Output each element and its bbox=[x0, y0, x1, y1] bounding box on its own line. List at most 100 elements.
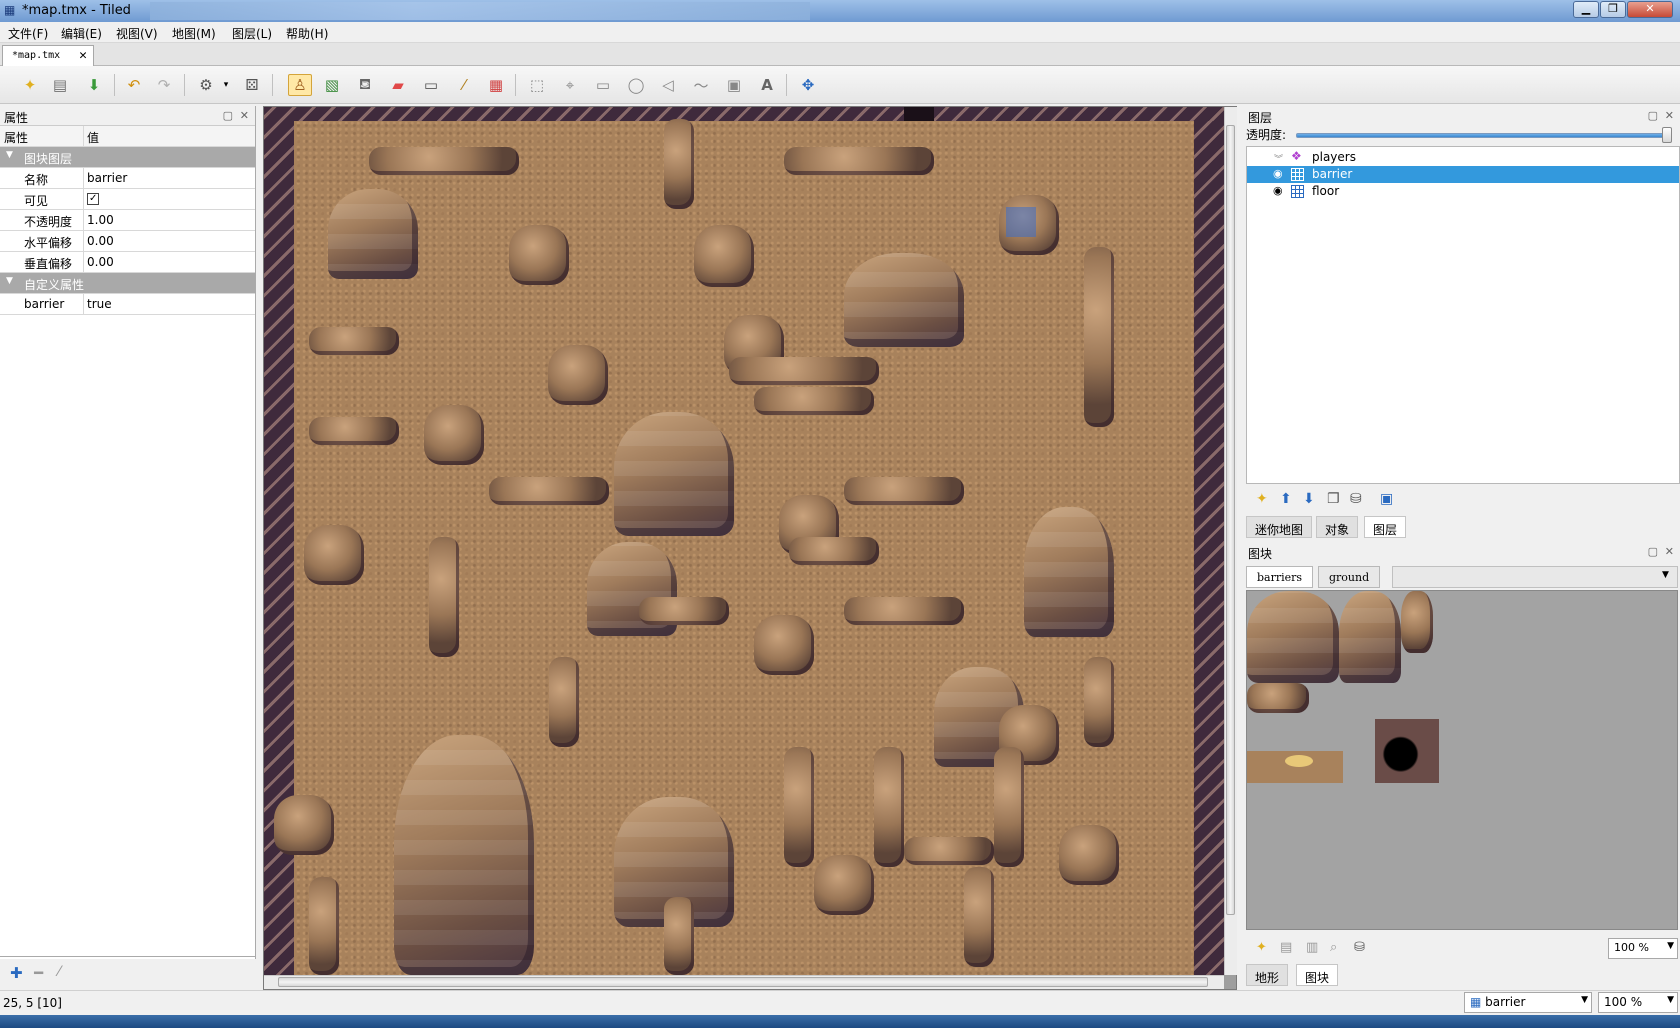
eraser-icon[interactable]: ▰ bbox=[386, 74, 410, 96]
new-tileset-icon[interactable]: ✦ bbox=[1256, 940, 1267, 955]
menu-help[interactable]: 帮助(H) bbox=[286, 25, 328, 42]
property-value[interactable]: 0.00 bbox=[87, 234, 114, 248]
layer-item-barrier[interactable]: ◉ barrier bbox=[1247, 166, 1679, 183]
duplicate-layer-icon[interactable]: ❐ bbox=[1327, 491, 1340, 507]
maximize-button[interactable]: ❐ bbox=[1600, 1, 1626, 18]
close-icon[interactable]: ✕ bbox=[240, 109, 249, 122]
close-button[interactable]: ✕ bbox=[1627, 1, 1673, 18]
delete-layer-icon[interactable]: ⛁ bbox=[1350, 491, 1362, 507]
float-icon[interactable]: ▢ bbox=[1648, 109, 1658, 122]
save-icon[interactable]: ⬇ bbox=[82, 74, 106, 96]
current-layer-value: barrier bbox=[1485, 995, 1526, 1009]
layer-item-players[interactable]: ︾ ❖ players bbox=[1247, 149, 1679, 166]
select-objects-icon[interactable]: ⬚ bbox=[525, 74, 549, 96]
close-tab-icon[interactable]: ✕ bbox=[79, 48, 87, 63]
current-layer-select[interactable]: ▦ barrier ▼ bbox=[1464, 992, 1592, 1013]
tab-minimap[interactable]: 迷你地图 bbox=[1246, 516, 1313, 538]
property-row[interactable]: 名称 barrier bbox=[0, 168, 255, 189]
layer-item-floor[interactable]: ◉ floor bbox=[1247, 183, 1679, 200]
property-value[interactable]: 1.00 bbox=[87, 213, 114, 227]
property-value[interactable]: 0.00 bbox=[87, 255, 114, 269]
tab-terrain[interactable]: 地形 bbox=[1246, 964, 1289, 986]
edit-polygons-icon[interactable]: ⌖ bbox=[558, 74, 582, 96]
close-icon[interactable]: ✕ bbox=[1665, 545, 1674, 558]
bucket-fill-icon[interactable]: ⛾ bbox=[353, 74, 377, 96]
boulder-row bbox=[789, 537, 879, 565]
map-horizontal-scroll-thumb[interactable] bbox=[278, 977, 1208, 987]
insert-rectangle-icon[interactable]: ▭ bbox=[591, 74, 615, 96]
insert-polyline-icon[interactable]: 〜 bbox=[689, 74, 713, 96]
custom-property-row[interactable]: barrier true bbox=[0, 294, 255, 315]
menu-file[interactable]: 文件(F) bbox=[8, 25, 48, 42]
lower-layer-icon[interactable]: ⬇ bbox=[1303, 491, 1315, 507]
open-icon[interactable]: ▤ bbox=[48, 74, 72, 96]
close-icon[interactable]: ✕ bbox=[1665, 109, 1674, 122]
visibility-eye-icon[interactable]: ◉ bbox=[1273, 184, 1283, 197]
collapse-arrow-icon[interactable]: ︾ bbox=[1274, 152, 1283, 165]
tab-map-tmx[interactable]: *map.tmx ✕ bbox=[2, 45, 94, 66]
visibility-eye-icon[interactable]: ◉ bbox=[1273, 167, 1283, 180]
opacity-slider-handle[interactable] bbox=[1662, 127, 1672, 143]
tileset-menu-arrow-icon[interactable]: ▼ bbox=[1662, 570, 1669, 580]
redo-icon[interactable]: ↷ bbox=[152, 74, 176, 96]
tileset-view[interactable] bbox=[1246, 590, 1678, 930]
property-row[interactable]: 垂直偏移 0.00 bbox=[0, 252, 255, 273]
layer-properties-icon[interactable]: ▣ bbox=[1380, 491, 1393, 507]
float-icon[interactable]: ▢ bbox=[1648, 545, 1658, 558]
menu-map[interactable]: 地图(M) bbox=[172, 25, 216, 42]
property-row[interactable]: 可见 ✓ bbox=[0, 189, 255, 210]
map-zoom-select[interactable]: 100 % ▼ bbox=[1598, 992, 1678, 1013]
expand-arrow-icon[interactable]: ▼ bbox=[6, 150, 13, 160]
property-value[interactable]: barrier bbox=[87, 171, 127, 185]
delete-tileset-icon[interactable]: ⛁ bbox=[1354, 940, 1365, 955]
new-icon[interactable]: ✦ bbox=[18, 74, 42, 96]
insert-ellipse-icon[interactable]: ◯ bbox=[624, 74, 648, 96]
insert-polygon-icon[interactable]: ◁ bbox=[656, 74, 680, 96]
insert-text-icon[interactable]: A bbox=[755, 74, 779, 96]
import-tileset-icon[interactable]: ▤ bbox=[1280, 940, 1292, 955]
group-tile-layer[interactable]: ▼ 图块图层 bbox=[0, 147, 255, 168]
add-layer-icon[interactable]: ✦ bbox=[1256, 491, 1268, 507]
toolbar-separator bbox=[515, 74, 516, 96]
export-tileset-icon[interactable]: ▥ bbox=[1306, 940, 1318, 955]
property-row[interactable]: 水平偏移 0.00 bbox=[0, 231, 255, 252]
property-row[interactable]: 不透明度 1.00 bbox=[0, 210, 255, 231]
undo-icon[interactable]: ↶ bbox=[122, 74, 146, 96]
minimize-button[interactable]: ▁ bbox=[1573, 1, 1599, 18]
menu-edit[interactable]: 编辑(E) bbox=[61, 25, 102, 42]
visible-checkbox[interactable]: ✓ bbox=[87, 193, 99, 205]
group-custom-properties[interactable]: ▼ 自定义属性 bbox=[0, 273, 255, 294]
property-value[interactable]: true bbox=[87, 297, 112, 311]
stamp-brush-icon[interactable]: ♙ bbox=[288, 74, 312, 96]
remove-property-icon[interactable]: ━ bbox=[34, 964, 43, 982]
properties-header: 属性 ▢ ✕ bbox=[0, 106, 255, 126]
expand-arrow-icon[interactable]: ▼ bbox=[6, 276, 13, 286]
rename-property-icon[interactable]: ⁄ bbox=[58, 964, 60, 980]
tab-tilesets[interactable]: 图块 bbox=[1296, 964, 1339, 986]
raise-layer-icon[interactable]: ⬆ bbox=[1280, 491, 1292, 507]
boulder-row bbox=[904, 837, 994, 865]
menu-layer[interactable]: 图层(L) bbox=[232, 25, 272, 42]
rectangle-select-icon[interactable]: ▭ bbox=[419, 74, 443, 96]
menu-view[interactable]: 视图(V) bbox=[116, 25, 158, 42]
tileset-tab-barriers[interactable]: barriers bbox=[1246, 566, 1314, 588]
magic-wand-icon[interactable]: ⁄ bbox=[452, 74, 476, 96]
insert-tile-icon[interactable]: ▣ bbox=[722, 74, 746, 96]
add-property-icon[interactable]: ✚ bbox=[10, 964, 23, 982]
document-tabs: *map.tmx ✕ bbox=[0, 43, 1680, 66]
chevron-down-icon[interactable]: ▾ bbox=[214, 74, 238, 96]
terrain-brush-icon[interactable]: ▧ bbox=[320, 74, 344, 96]
tileset-tab-ground[interactable]: ground bbox=[1318, 566, 1381, 588]
tab-objects[interactable]: 对象 bbox=[1316, 516, 1359, 538]
move-icon[interactable]: ✥ bbox=[796, 74, 820, 96]
float-icon[interactable]: ▢ bbox=[223, 109, 233, 122]
random-icon[interactable]: ⚄ bbox=[240, 74, 264, 96]
tileset-zoom-select[interactable]: 100 % ▼ bbox=[1608, 938, 1678, 959]
opacity-slider[interactable] bbox=[1296, 133, 1670, 138]
boulder-column bbox=[429, 537, 459, 657]
tab-layers[interactable]: 图层 bbox=[1364, 516, 1407, 538]
map-vertical-scroll-thumb[interactable] bbox=[1226, 125, 1235, 915]
select-same-tile-icon[interactable]: ▦ bbox=[484, 74, 508, 96]
map-canvas[interactable] bbox=[264, 107, 1224, 975]
tileset-properties-icon[interactable]: ⌕ bbox=[1330, 940, 1337, 955]
